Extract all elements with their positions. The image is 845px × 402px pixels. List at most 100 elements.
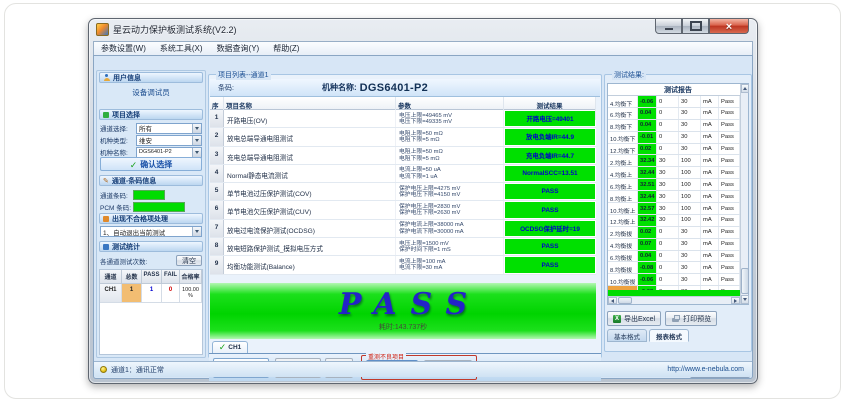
channel-select-dropdown[interactable]: 所有: [136, 123, 202, 134]
report-row[interactable]: 6.均衡下 0.04 0 30 mA Pass: [608, 108, 740, 120]
result-cell: 开路电压=49401: [505, 111, 595, 126]
test-items-table: 序号 项目名称 参数 测试结果 1 开路电压(OV): [210, 97, 596, 275]
report-title-row: 测试报告: [608, 84, 748, 96]
report-max: 100: [679, 215, 701, 226]
report-row[interactable]: 4.均衡拔 0.07 0 30 mA Pass: [608, 239, 740, 251]
scroll-up-button[interactable]: [741, 84, 749, 93]
scroll-down-button[interactable]: [741, 295, 749, 304]
report-row[interactable]: 8.均衡上 32.44 30 100 mA Pass: [608, 191, 740, 203]
print-preview-button[interactable]: 打印预览: [665, 311, 717, 326]
report-row[interactable]: 2.均衡上 32.34 30 100 mA Pass: [608, 155, 740, 167]
pcm-barcode-field[interactable]: [133, 202, 185, 212]
report-item-name: 8.均衡下: [608, 120, 638, 131]
pass-banner-text: PASS: [325, 290, 481, 320]
tab-basic-format[interactable]: 基本格式: [607, 329, 647, 342]
report-row[interactable]: 10.均衡拔 -0.06 0 30 mA Pass: [608, 274, 740, 286]
report-min: 0: [657, 96, 679, 107]
test-item-row[interactable]: 5 单节电池过压保护测试(COV) 保护电压上限=4275 mV 保护电压下限=…: [210, 183, 596, 201]
item-list-group-label: 项目列表--通道1: [216, 70, 271, 80]
report-row[interactable]: 6.均衡上 32.51 30 100 mA Pass: [608, 179, 740, 191]
export-excel-label: 导出Excel: [624, 314, 655, 324]
menu-data-query[interactable]: 数据查询(Y): [210, 43, 267, 54]
dropdown-button[interactable]: [192, 148, 201, 157]
result-text: PASS: [542, 243, 559, 250]
channel-tab-ch1[interactable]: CH1: [212, 341, 248, 353]
report-row[interactable]: 4.均衡下 -0.06 0 30 mA Pass: [608, 96, 740, 108]
pencil-icon: [103, 177, 109, 185]
close-icon: [726, 17, 732, 35]
test-item-row[interactable]: 8 放电短路保护测试_模拟电压方式 电压上限=1500 mV 保护时间下限=1 …: [210, 238, 596, 256]
result-text: NormalSCC=13.51: [522, 170, 577, 177]
report-min: 0: [657, 120, 679, 131]
report-item-name: 12.均衡下: [608, 144, 638, 155]
model-name-dropdown[interactable]: DGS6401-P2: [136, 147, 202, 158]
test-item-row[interactable]: 9 均衡功能测试(Balance) 电流上限=100 mA 电流下限=30 mA…: [210, 256, 596, 274]
report-min: 30: [657, 155, 679, 166]
menu-parameter-settings[interactable]: 参数设置(W): [94, 43, 153, 54]
report-measured-value: 0.02: [638, 227, 657, 238]
dropdown-button[interactable]: [192, 136, 201, 145]
report-item-name: 2.均衡拔: [608, 227, 638, 238]
export-excel-button[interactable]: 导出Excel: [607, 311, 661, 326]
report-measured-value: 32.44: [638, 167, 657, 178]
arrow-down-icon: [743, 298, 747, 301]
menu-help[interactable]: 帮助(Z): [266, 43, 306, 54]
report-max: 30: [679, 274, 701, 285]
operator-name[interactable]: 设备调试员: [97, 87, 205, 98]
channel-barcode-label: 通道条码:: [100, 190, 133, 200]
close-button[interactable]: [709, 19, 749, 34]
report-row[interactable]: 8.均衡拔 -0.08 0 30 mA Pass: [608, 262, 740, 274]
report-row[interactable]: 12.均衡上 32.42 30 100 mA Pass: [608, 215, 740, 227]
item-name: Normal静态电流测试: [224, 165, 396, 182]
test-items-rows: 1 开路电压(OV) 电压上限=49465 mV 电压下限=49335 mV 开…: [210, 110, 596, 275]
test-item-row[interactable]: 3 充电总端导通电阻测试 电阻上限=50 mΩ 电阻下限=5 mΩ 充电负端IR…: [210, 147, 596, 165]
result-cell: 放电负端IR=44.9: [505, 129, 595, 144]
report-item-name: 8.均衡拔: [608, 262, 638, 273]
dropdown-button[interactable]: [192, 124, 201, 133]
vertical-scrollbar[interactable]: [740, 84, 748, 304]
hscrollbar-thumb[interactable]: [618, 297, 632, 304]
dropdown-button[interactable]: [192, 227, 201, 236]
report-row[interactable]: 4.均衡上 32.44 30 100 mA Pass: [608, 167, 740, 179]
item-number: 4: [210, 165, 224, 182]
minimize-button[interactable]: [655, 19, 682, 34]
status-url[interactable]: http://www.e-nebula.com: [667, 366, 744, 373]
stats-pass-value: 1: [142, 284, 162, 303]
report-min: 0: [657, 227, 679, 238]
report-result: Pass: [719, 215, 740, 226]
report-measured-value: 32.44: [638, 191, 657, 202]
report-unit: mA: [701, 262, 719, 273]
report-row[interactable]: 12.均衡下 0.02 0 30 mA Pass: [608, 144, 740, 156]
report-row[interactable]: 6.均衡拔 0.04 0 30 mA Pass: [608, 251, 740, 263]
report-row[interactable]: 10.均衡上 32.57 30 100 mA Pass: [608, 203, 740, 215]
menu-system-tools[interactable]: 系统工具(X): [153, 43, 210, 54]
report-item-name: 10.均衡上: [608, 203, 638, 214]
fail-handling-dropdown[interactable]: 1、自动退出当前测试: [100, 226, 202, 237]
title-bar[interactable]: 星云动力保护板测试系统(V2.2): [89, 19, 757, 41]
horizontal-scrollbar[interactable]: [608, 296, 740, 304]
tab-report-format[interactable]: 报表格式: [649, 329, 689, 342]
report-row[interactable]: 2.均衡拔 0.02 0 30 mA Pass: [608, 227, 740, 239]
test-item-row[interactable]: 2 放电总端导通电阻测试 电阻上限=50 mΩ 电阻下限=5 mΩ 放电负端IR…: [210, 128, 596, 146]
test-item-row[interactable]: 6 单节电池欠压保护测试(CUV) 保护电压上限=2830 mV 保护电压下限=…: [210, 201, 596, 219]
scroll-right-button[interactable]: [731, 297, 740, 304]
test-item-row[interactable]: 1 开路电压(OV) 电压上限=49465 mV 电压下限=49335 mV 开…: [210, 110, 596, 128]
channel-barcode-field[interactable]: [133, 190, 165, 200]
confirm-selection-button[interactable]: 确认选择: [100, 157, 202, 171]
stats-channel-value[interactable]: CH1: [100, 284, 122, 303]
clear-button[interactable]: 清空: [176, 255, 202, 266]
window-title: 星云动力保护板测试系统(V2.2): [113, 23, 237, 36]
scroll-left-button[interactable]: [608, 297, 617, 304]
arrow-left-icon: [611, 299, 614, 303]
test-item-row[interactable]: 7 放电过电流保护测试(OCDSG) 保护电流上限=38000 mA 保护电流下…: [210, 220, 596, 238]
report-min: 0: [657, 108, 679, 119]
report-row[interactable]: 10.均衡下 -0.01 0 30 mA Pass: [608, 132, 740, 144]
scrollbar-thumb[interactable]: [741, 268, 749, 294]
report-row[interactable]: 8.均衡下 0.04 0 30 mA Pass: [608, 120, 740, 132]
report-unit: mA: [701, 144, 719, 155]
report-result: Pass: [719, 132, 740, 143]
maximize-button[interactable]: [682, 19, 709, 34]
test-item-row[interactable]: 4 Normal静态电流测试 电流上限=50 uA 电流下限=1 uA Norm…: [210, 165, 596, 183]
window-controls: [655, 19, 749, 34]
model-type-dropdown[interactable]: 维安: [136, 135, 202, 146]
